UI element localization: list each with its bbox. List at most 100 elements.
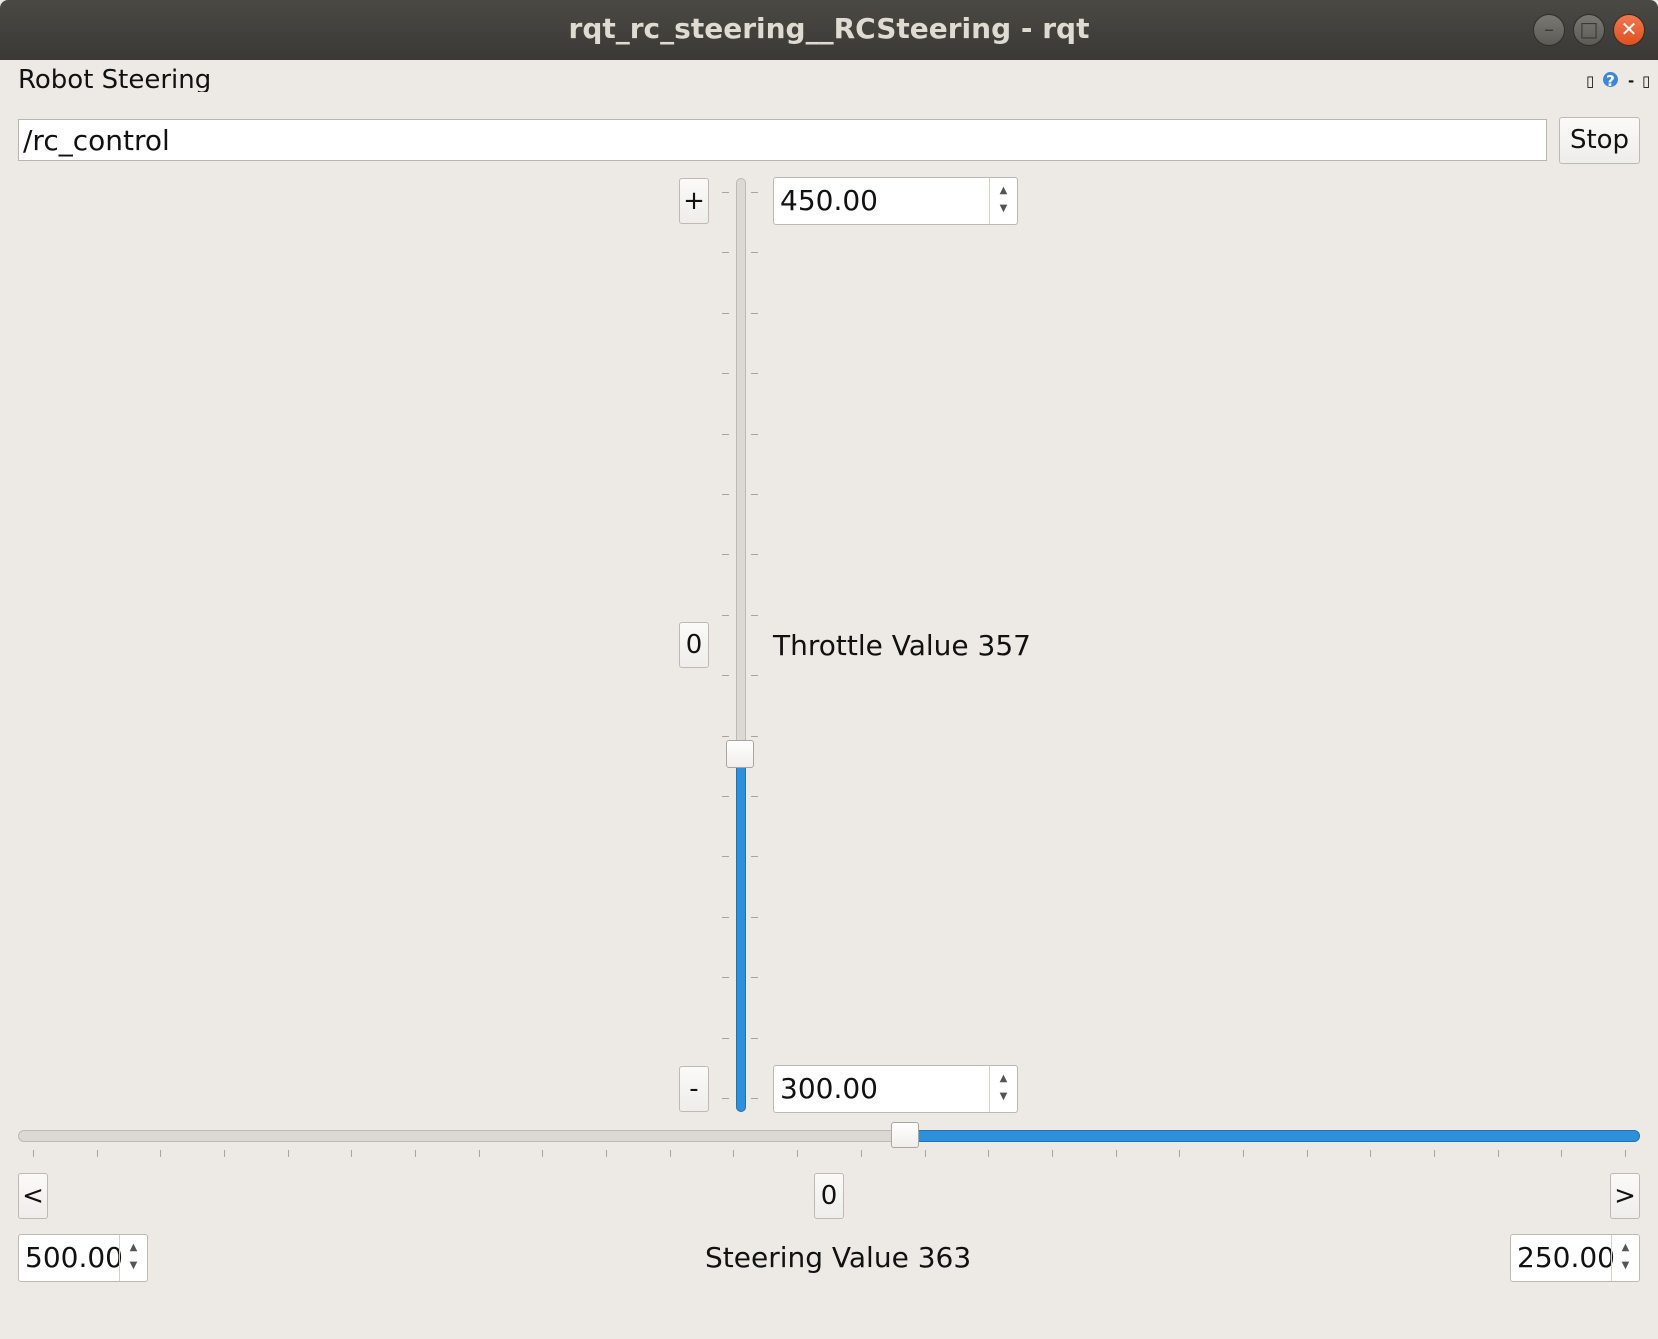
- slider-tick: [96, 1150, 98, 1157]
- slider-tick: [351, 1150, 353, 1157]
- slider-tick: [751, 735, 758, 737]
- slider-tick: [722, 1098, 729, 1099]
- slider-tick: [722, 735, 729, 737]
- stop-button[interactable]: Stop: [1559, 117, 1640, 164]
- slider-tick: [751, 312, 758, 314]
- spin-up-icon[interactable]: ▲: [990, 1073, 1017, 1084]
- steering-value-label: Steering Value 363: [705, 1241, 972, 1274]
- spin-up-icon[interactable]: ▲: [990, 185, 1017, 196]
- throttle-max-arrows[interactable]: ▲ ▼: [989, 178, 1017, 224]
- spin-up-icon[interactable]: ▲: [120, 1242, 147, 1253]
- slider-tick: [160, 1150, 162, 1157]
- slider-tick: [287, 1150, 289, 1157]
- close-icon[interactable]: ✕: [1613, 14, 1645, 46]
- throttle-value-label: Throttle Value 357: [773, 629, 1031, 662]
- steering-slider-fill: [917, 1130, 1640, 1142]
- slider-tick: [924, 1150, 926, 1157]
- slider-tick: [751, 856, 758, 858]
- slider-tick: [1115, 1150, 1117, 1157]
- slider-tick: [415, 1150, 417, 1157]
- steering-zero-button[interactable]: 0: [814, 1173, 844, 1219]
- steering-left-arrows[interactable]: ▲ ▼: [119, 1235, 147, 1281]
- slider-tick: [722, 312, 729, 314]
- topic-input[interactable]: [18, 119, 1547, 161]
- slider-tick: [722, 977, 729, 979]
- slider-tick: [33, 1150, 34, 1157]
- slider-tick: [722, 856, 729, 858]
- throttle-max-spinbox[interactable]: 450.00 ▲ ▼: [773, 177, 1018, 225]
- slider-tick: [751, 675, 758, 677]
- steering-right-arrows[interactable]: ▲ ▼: [1611, 1235, 1639, 1281]
- steering-slider-handle[interactable]: [891, 1122, 920, 1148]
- slider-tick: [722, 916, 729, 918]
- slider-tick: [988, 1150, 990, 1157]
- spin-down-icon[interactable]: ▼: [990, 1091, 1017, 1102]
- slider-tick: [722, 1037, 729, 1039]
- plugin-toolbar: ▯ ? - ▯: [1584, 72, 1658, 90]
- steering-left-button[interactable]: <: [18, 1173, 48, 1219]
- throttle-max-value: 450.00: [780, 184, 878, 217]
- slider-tick: [722, 252, 729, 254]
- slider-tick: [669, 1150, 671, 1157]
- slider-tick: [1497, 1150, 1499, 1157]
- slider-tick: [722, 614, 729, 616]
- slider-tick: [751, 252, 758, 254]
- slider-tick: [751, 433, 758, 435]
- slider-tick: [722, 433, 729, 435]
- slider-tick: [542, 1150, 544, 1157]
- plugin-title: Robot Steering: [18, 65, 212, 92]
- spin-up-icon[interactable]: ▲: [1612, 1242, 1639, 1253]
- slider-tick: [722, 796, 729, 797]
- slider-tick: [1179, 1150, 1181, 1157]
- slider-tick: [722, 373, 729, 375]
- slider-tick: [478, 1150, 480, 1157]
- slider-tick: [606, 1150, 608, 1157]
- slider-tick: [751, 1098, 758, 1099]
- slider-tick: [722, 192, 729, 193]
- maximize-icon[interactable]: □: [1573, 14, 1605, 46]
- slider-tick: [1433, 1150, 1435, 1157]
- slider-tick: [751, 977, 758, 979]
- slider-tick: [224, 1150, 226, 1157]
- throttle-min-arrows[interactable]: ▲ ▼: [989, 1066, 1017, 1112]
- slider-tick: [751, 373, 758, 375]
- slider-tick: [722, 675, 729, 677]
- dock-icon[interactable]: ▯: [1586, 72, 1594, 90]
- throttle-zero-button[interactable]: 0: [679, 622, 709, 668]
- slider-tick: [722, 554, 729, 556]
- slider-tick: [1561, 1150, 1563, 1157]
- slider-tick: [751, 916, 758, 918]
- slider-tick: [860, 1150, 862, 1157]
- steering-right-button[interactable]: >: [1610, 1173, 1640, 1219]
- throttle-min-spinbox[interactable]: 300.00 ▲ ▼: [773, 1065, 1018, 1113]
- help-icon[interactable]: ?: [1603, 72, 1618, 90]
- throttle-slider-handle[interactable]: [726, 739, 754, 768]
- slider-tick: [1625, 1150, 1626, 1157]
- throttle-min-value: 300.00: [780, 1072, 878, 1105]
- throttle-decrease-button[interactable]: -: [679, 1066, 709, 1112]
- slider-tick: [1051, 1150, 1053, 1157]
- slider-tick: [751, 192, 758, 193]
- throttle-increase-button[interactable]: +: [679, 178, 709, 224]
- slider-tick: [751, 796, 758, 797]
- spin-down-icon[interactable]: ▼: [990, 203, 1017, 214]
- slider-tick: [1370, 1150, 1372, 1157]
- slider-tick: [751, 614, 758, 616]
- slider-tick: [733, 1150, 735, 1157]
- throttle-slider-fill: [736, 763, 746, 1112]
- minimize-icon[interactable]: -: [1628, 72, 1634, 90]
- close-icon[interactable]: ▯: [1642, 72, 1650, 90]
- spin-down-icon[interactable]: ▼: [1612, 1260, 1639, 1271]
- steering-left-spinbox[interactable]: 500.00 ▲ ▼: [18, 1234, 148, 1282]
- steering-right-value: 250.00: [1517, 1241, 1615, 1274]
- steering-left-value: 500.00: [25, 1241, 123, 1274]
- steering-right-spinbox[interactable]: 250.00 ▲ ▼: [1510, 1234, 1640, 1282]
- minimize-icon[interactable]: –: [1533, 14, 1565, 46]
- slider-tick: [751, 1037, 758, 1039]
- slider-tick: [1306, 1150, 1308, 1157]
- slider-tick: [751, 494, 758, 495]
- slider-tick: [751, 554, 758, 556]
- window-title: rqt_rc_steering__RCSteering - rqt: [568, 12, 1090, 45]
- slider-tick: [722, 494, 729, 495]
- spin-down-icon[interactable]: ▼: [120, 1260, 147, 1271]
